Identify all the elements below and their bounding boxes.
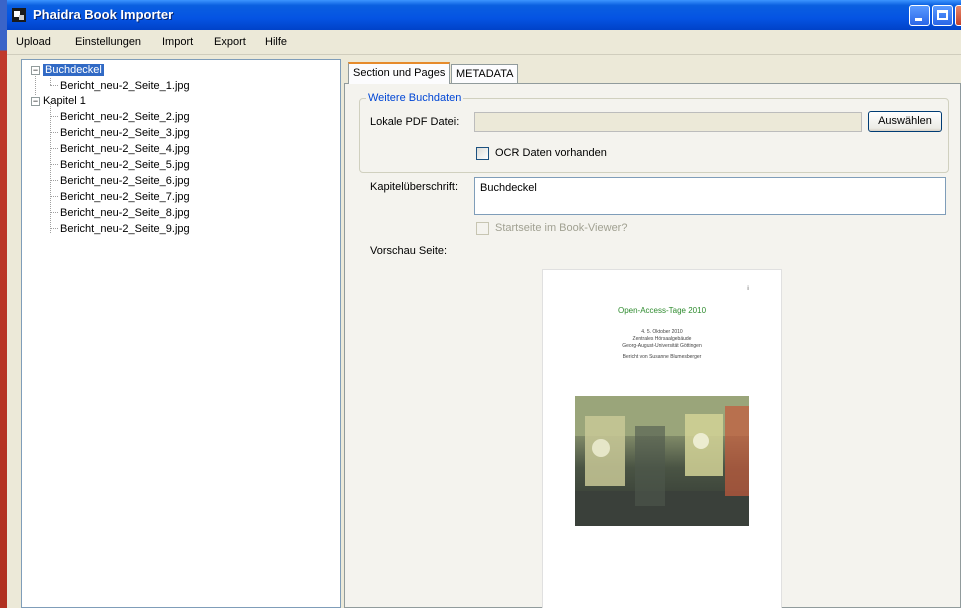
tree-line (50, 85, 58, 86)
tab-metadata[interactable]: METADATA (451, 64, 519, 83)
tree-leaf-seite-1[interactable]: Bericht_neu-2_Seite_1.jpg (60, 79, 190, 93)
pdf-path-field[interactable] (474, 112, 862, 132)
preview-photo-graphic (575, 396, 749, 526)
title-bar[interactable]: Phaidra Book Importer (7, 0, 961, 30)
background-desktop-strip (0, 0, 7, 608)
tree-node-label: Buchdeckel (43, 64, 104, 76)
tree-line (50, 212, 58, 213)
tree-leaf-seite-7[interactable]: Bericht_neu-2_Seite_7.jpg (60, 190, 190, 204)
section-tree[interactable]: − Buchdeckel Bericht_neu-2_Seite_1.jpg −… (21, 59, 341, 608)
tree-node-buchdeckel[interactable]: Buchdeckel (43, 63, 104, 77)
preview-doc-line: Georg-August-Universität Göttingen (622, 343, 702, 349)
preview-doc-line: 4. 5. Oktober 2010 (641, 329, 683, 335)
menu-einstellungen[interactable]: Einstellungen (75, 36, 141, 48)
tree-node-kapitel-1[interactable]: Kapitel 1 (43, 94, 86, 108)
preview-doc-line: Bericht von Susanne Blumesberger (622, 354, 702, 360)
tree-leaf-seite-3[interactable]: Bericht_neu-2_Seite_3.jpg (60, 126, 190, 140)
app-icon (12, 8, 26, 22)
startseite-checkbox (476, 222, 489, 235)
collapse-buchdeckel-icon[interactable]: − (31, 66, 40, 75)
minimize-button[interactable] (909, 5, 930, 26)
group-title: Weitere Buchdaten (366, 92, 464, 104)
minimize-icon (915, 18, 922, 21)
tree-line (50, 148, 58, 149)
window-title: Phaidra Book Importer (33, 7, 174, 22)
menu-export[interactable]: Export (214, 36, 246, 48)
pdf-label: Lokale PDF Datei: (370, 116, 460, 128)
menu-import[interactable]: Import (162, 36, 193, 48)
preview-doc-title: Open-Access-Tage 2010 (617, 306, 707, 315)
app-window: Phaidra Book Importer Upload Einstellung… (7, 0, 961, 608)
close-button[interactable] (955, 5, 961, 26)
collapse-kapitel-1-icon[interactable]: − (31, 97, 40, 106)
tree-line (50, 164, 58, 165)
tree-line (50, 196, 58, 197)
choose-pdf-button[interactable]: Auswählen (868, 111, 942, 132)
tree-leaf-seite-6[interactable]: Bericht_neu-2_Seite_6.jpg (60, 174, 190, 188)
tree-leaf-seite-4[interactable]: Bericht_neu-2_Seite_4.jpg (60, 142, 190, 156)
chapter-label: Kapitelüberschrift: (370, 181, 459, 193)
tree-line (50, 180, 58, 181)
detail-pane: Section und Pages METADATA Weitere Buchd… (344, 59, 961, 608)
tree-leaf-seite-9[interactable]: Bericht_neu-2_Seite_9.jpg (60, 222, 190, 236)
ocr-label: OCR Daten vorhanden (495, 147, 607, 159)
weitere-buchdaten-group: Weitere Buchdaten (359, 92, 949, 173)
tree-line (50, 78, 51, 85)
preview-photo (575, 396, 749, 526)
menu-bar: Upload Einstellungen Import Export Hilfe (7, 30, 961, 55)
chapter-title-input[interactable]: Buchdeckel (474, 177, 946, 215)
tab-section-und-pages[interactable]: Section und Pages (348, 62, 451, 84)
menu-hilfe[interactable]: Hilfe (265, 36, 287, 48)
tree-line (50, 116, 58, 117)
tree-line (50, 102, 51, 233)
page-marker: i (747, 286, 749, 292)
tree-line (35, 74, 36, 95)
maximize-icon (937, 10, 948, 20)
tree-leaf-seite-5[interactable]: Bericht_neu-2_Seite_5.jpg (60, 158, 190, 172)
preview-label: Vorschau Seite: (370, 245, 448, 257)
preview-doc-line: Zentrales Hörsaalgebäude (632, 336, 692, 342)
tree-line (50, 228, 58, 229)
startseite-label: Startseite im Book-Viewer? (495, 222, 628, 234)
tree-leaf-seite-2[interactable]: Bericht_neu-2_Seite_2.jpg (60, 110, 190, 124)
ocr-checkbox[interactable] (476, 147, 489, 160)
tree-line (50, 132, 58, 133)
page-preview: i Open-Access-Tage 2010 4. 5. Oktober 20… (542, 269, 782, 608)
maximize-button[interactable] (932, 5, 953, 26)
tab-panel: Weitere Buchdaten Lokale PDF Datei: Ausw… (344, 83, 961, 608)
menu-upload[interactable]: Upload (16, 36, 51, 48)
tree-leaf-seite-8[interactable]: Bericht_neu-2_Seite_8.jpg (60, 206, 190, 220)
